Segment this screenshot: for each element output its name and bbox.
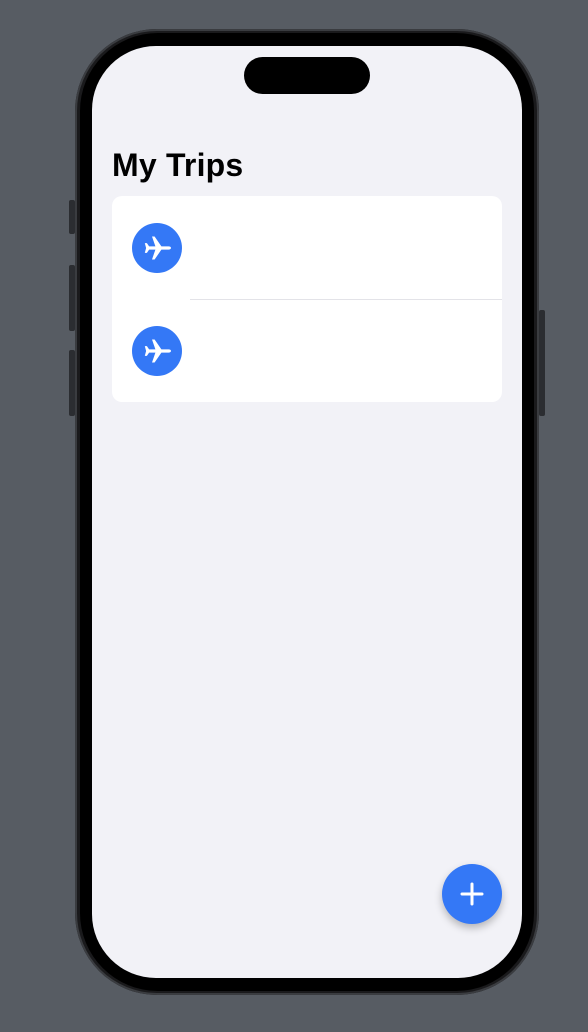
plus-icon <box>460 882 484 906</box>
airplane-icon <box>132 325 182 376</box>
simulator-stage: My Trips <box>0 0 588 1032</box>
list-item[interactable] <box>112 299 502 402</box>
power-button <box>539 310 545 416</box>
phone-screen: My Trips <box>92 46 522 978</box>
airplane-icon <box>132 222 182 273</box>
dynamic-island <box>244 57 370 94</box>
add-trip-button[interactable] <box>442 864 502 924</box>
list-item[interactable] <box>112 196 502 299</box>
page-title: My Trips <box>112 147 244 183</box>
trip-list <box>112 196 502 402</box>
